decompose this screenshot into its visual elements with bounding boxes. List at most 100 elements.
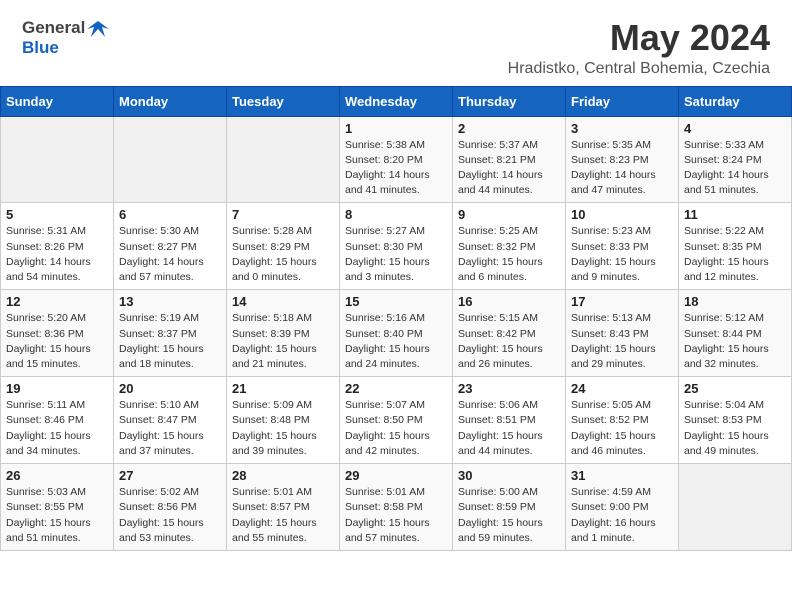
- day-number: 22: [345, 381, 447, 396]
- calendar-cell: 20 Sunrise: 5:10 AM Sunset: 8:47 PM Dayli…: [114, 377, 227, 464]
- day-info: Sunrise: 5:09 AM Sunset: 8:48 PM Dayligh…: [232, 398, 334, 459]
- day-number: 10: [571, 207, 673, 222]
- day-info: Sunrise: 5:33 AM Sunset: 8:24 PM Dayligh…: [684, 138, 786, 199]
- title-block: May 2024 Hradistko, Central Bohemia, Cze…: [508, 18, 770, 78]
- day-info: Sunrise: 5:04 AM Sunset: 8:53 PM Dayligh…: [684, 398, 786, 459]
- calendar-cell: 11 Sunrise: 5:22 AM Sunset: 8:35 PM Dayli…: [679, 203, 792, 290]
- day-number: 25: [684, 381, 786, 396]
- calendar-week-row: 1Sunrise: 5:38 AM Sunset: 8:20 PM Daylig…: [1, 116, 792, 203]
- weekday-header-monday: Monday: [114, 86, 227, 116]
- calendar-cell: 9 Sunrise: 5:25 AM Sunset: 8:32 PM Daylig…: [453, 203, 566, 290]
- calendar-cell: 22 Sunrise: 5:07 AM Sunset: 8:50 PM Dayli…: [340, 377, 453, 464]
- calendar-cell: 17 Sunrise: 5:13 AM Sunset: 8:43 PM Dayli…: [566, 290, 679, 377]
- day-info: Sunrise: 5:01 AM Sunset: 8:58 PM Dayligh…: [345, 485, 447, 546]
- calendar-cell: 25 Sunrise: 5:04 AM Sunset: 8:53 PM Dayli…: [679, 377, 792, 464]
- day-number: 17: [571, 294, 673, 309]
- day-number: 31: [571, 468, 673, 483]
- day-info: Sunrise: 5:06 AM Sunset: 8:51 PM Dayligh…: [458, 398, 560, 459]
- day-info: Sunrise: 5:01 AM Sunset: 8:57 PM Dayligh…: [232, 485, 334, 546]
- calendar-cell: 24Sunrise: 5:05 AM Sunset: 8:52 PM Dayli…: [566, 377, 679, 464]
- day-number: 14: [232, 294, 334, 309]
- day-info: Sunrise: 5:25 AM Sunset: 8:32 PM Dayligh…: [458, 224, 560, 285]
- day-number: 20: [119, 381, 221, 396]
- day-info: Sunrise: 5:03 AM Sunset: 8:55 PM Dayligh…: [6, 485, 108, 546]
- calendar-cell: [114, 116, 227, 203]
- day-number: 26: [6, 468, 108, 483]
- day-number: 16: [458, 294, 560, 309]
- day-number: 19: [6, 381, 108, 396]
- weekday-header-wednesday: Wednesday: [340, 86, 453, 116]
- day-info: Sunrise: 4:59 AM Sunset: 9:00 PM Dayligh…: [571, 485, 673, 546]
- weekday-header-friday: Friday: [566, 86, 679, 116]
- day-info: Sunrise: 5:30 AM Sunset: 8:27 PM Dayligh…: [119, 224, 221, 285]
- day-info: Sunrise: 5:35 AM Sunset: 8:23 PM Dayligh…: [571, 138, 673, 199]
- day-info: Sunrise: 5:00 AM Sunset: 8:59 PM Dayligh…: [458, 485, 560, 546]
- day-number: 15: [345, 294, 447, 309]
- day-number: 5: [6, 207, 108, 222]
- day-info: Sunrise: 5:13 AM Sunset: 8:43 PM Dayligh…: [571, 311, 673, 372]
- calendar-week-row: 26 Sunrise: 5:03 AM Sunset: 8:55 PM Dayli…: [1, 464, 792, 551]
- calendar-cell: 16Sunrise: 5:15 AM Sunset: 8:42 PM Dayli…: [453, 290, 566, 377]
- day-info: Sunrise: 5:11 AM Sunset: 8:46 PM Dayligh…: [6, 398, 108, 459]
- calendar-cell: 26 Sunrise: 5:03 AM Sunset: 8:55 PM Dayli…: [1, 464, 114, 551]
- day-number: 9: [458, 207, 560, 222]
- day-info: Sunrise: 5:10 AM Sunset: 8:47 PM Dayligh…: [119, 398, 221, 459]
- weekday-header-row: SundayMondayTuesdayWednesdayThursdayFrid…: [1, 86, 792, 116]
- weekday-header-tuesday: Tuesday: [227, 86, 340, 116]
- day-number: 8: [345, 207, 447, 222]
- logo-bird-icon: [87, 19, 109, 37]
- calendar-cell: 2Sunrise: 5:37 AM Sunset: 8:21 PM Daylig…: [453, 116, 566, 203]
- calendar-cell: 28 Sunrise: 5:01 AM Sunset: 8:57 PM Dayli…: [227, 464, 340, 551]
- day-number: 6: [119, 207, 221, 222]
- calendar-cell: 1Sunrise: 5:38 AM Sunset: 8:20 PM Daylig…: [340, 116, 453, 203]
- calendar-cell: 29 Sunrise: 5:01 AM Sunset: 8:58 PM Dayli…: [340, 464, 453, 551]
- day-info: Sunrise: 5:05 AM Sunset: 8:52 PM Dayligh…: [571, 398, 673, 459]
- day-info: Sunrise: 5:23 AM Sunset: 8:33 PM Dayligh…: [571, 224, 673, 285]
- calendar-cell: 19 Sunrise: 5:11 AM Sunset: 8:46 PM Dayli…: [1, 377, 114, 464]
- day-number: 18: [684, 294, 786, 309]
- day-number: 27: [119, 468, 221, 483]
- day-number: 12: [6, 294, 108, 309]
- calendar-cell: 3 Sunrise: 5:35 AM Sunset: 8:23 PM Daylig…: [566, 116, 679, 203]
- day-info: Sunrise: 5:12 AM Sunset: 8:44 PM Dayligh…: [684, 311, 786, 372]
- day-info: Sunrise: 5:20 AM Sunset: 8:36 PM Dayligh…: [6, 311, 108, 372]
- day-info: Sunrise: 5:16 AM Sunset: 8:40 PM Dayligh…: [345, 311, 447, 372]
- day-info: Sunrise: 5:07 AM Sunset: 8:50 PM Dayligh…: [345, 398, 447, 459]
- calendar-cell: 7Sunrise: 5:28 AM Sunset: 8:29 PM Daylig…: [227, 203, 340, 290]
- location-title: Hradistko, Central Bohemia, Czechia: [508, 60, 770, 78]
- calendar-cell: 18 Sunrise: 5:12 AM Sunset: 8:44 PM Dayli…: [679, 290, 792, 377]
- logo-blue: Blue: [22, 38, 59, 57]
- calendar-cell: 23 Sunrise: 5:06 AM Sunset: 8:51 PM Dayli…: [453, 377, 566, 464]
- calendar-week-row: 12 Sunrise: 5:20 AM Sunset: 8:36 PM Dayli…: [1, 290, 792, 377]
- day-number: 23: [458, 381, 560, 396]
- calendar-cell: 10 Sunrise: 5:23 AM Sunset: 8:33 PM Dayli…: [566, 203, 679, 290]
- calendar-cell: 15 Sunrise: 5:16 AM Sunset: 8:40 PM Dayli…: [340, 290, 453, 377]
- day-number: 11: [684, 207, 786, 222]
- calendar-cell: 13Sunrise: 5:19 AM Sunset: 8:37 PM Dayli…: [114, 290, 227, 377]
- calendar-cell: 27 Sunrise: 5:02 AM Sunset: 8:56 PM Dayli…: [114, 464, 227, 551]
- day-info: Sunrise: 5:18 AM Sunset: 8:39 PM Dayligh…: [232, 311, 334, 372]
- day-number: 21: [232, 381, 334, 396]
- day-info: Sunrise: 5:22 AM Sunset: 8:35 PM Dayligh…: [684, 224, 786, 285]
- day-number: 3: [571, 121, 673, 136]
- calendar-cell: 6 Sunrise: 5:30 AM Sunset: 8:27 PM Daylig…: [114, 203, 227, 290]
- calendar-cell: 30Sunrise: 5:00 AM Sunset: 8:59 PM Dayli…: [453, 464, 566, 551]
- calendar-cell: [1, 116, 114, 203]
- day-info: Sunrise: 5:02 AM Sunset: 8:56 PM Dayligh…: [119, 485, 221, 546]
- day-number: 28: [232, 468, 334, 483]
- day-number: 29: [345, 468, 447, 483]
- logo-general: General: [22, 18, 85, 38]
- day-number: 7: [232, 207, 334, 222]
- page-header: General Blue May 2024 Hradistko, Central…: [0, 0, 792, 86]
- weekday-header-sunday: Sunday: [1, 86, 114, 116]
- calendar-cell: 21 Sunrise: 5:09 AM Sunset: 8:48 PM Dayli…: [227, 377, 340, 464]
- day-number: 2: [458, 121, 560, 136]
- weekday-header-thursday: Thursday: [453, 86, 566, 116]
- calendar-cell: [227, 116, 340, 203]
- calendar-cell: 31 Sunrise: 4:59 AM Sunset: 9:00 PM Dayli…: [566, 464, 679, 551]
- weekday-header-saturday: Saturday: [679, 86, 792, 116]
- calendar-week-row: 5Sunrise: 5:31 AM Sunset: 8:26 PM Daylig…: [1, 203, 792, 290]
- calendar-cell: 8Sunrise: 5:27 AM Sunset: 8:30 PM Daylig…: [340, 203, 453, 290]
- calendar-table: SundayMondayTuesdayWednesdayThursdayFrid…: [0, 86, 792, 551]
- calendar-cell: 5Sunrise: 5:31 AM Sunset: 8:26 PM Daylig…: [1, 203, 114, 290]
